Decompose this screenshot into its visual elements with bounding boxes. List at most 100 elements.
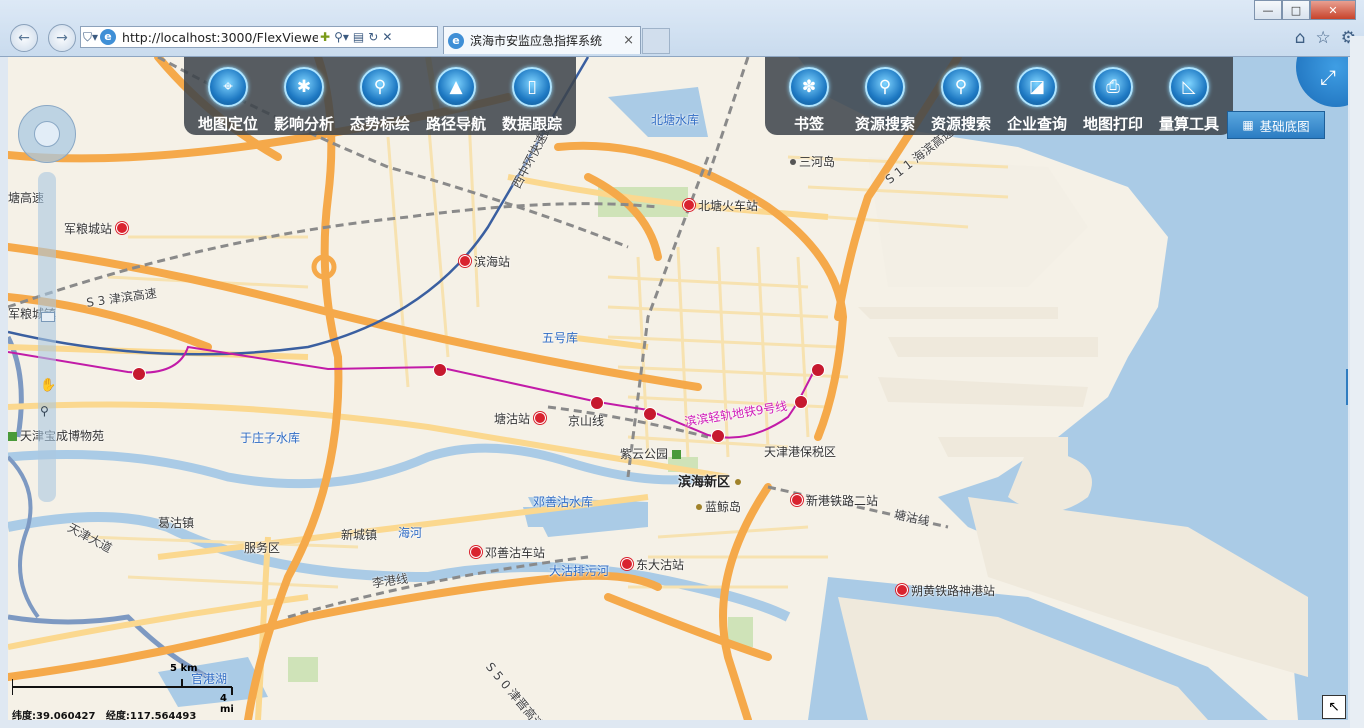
minimize-button[interactable]: — — [1254, 0, 1282, 20]
left-tool-3[interactable]: ▲ 路径导航 — [418, 57, 494, 135]
left-tool-2[interactable]: ⚲ 态势标绘 — [342, 57, 418, 135]
compass-arrow-icon: ▲ — [436, 67, 476, 107]
right-tool-3[interactable]: ◪ 企业查询 — [999, 57, 1075, 135]
map-navigation-control — [18, 105, 78, 163]
tool-label: 地图定位 — [197, 115, 258, 133]
lat-value: 39.060427 — [36, 711, 96, 720]
url-text[interactable]: http://localhost:3000/FlexViewer, — [122, 30, 318, 45]
metro-station-marker[interactable] — [132, 367, 146, 381]
tool-label: 数据跟踪 — [501, 115, 562, 133]
phone-icon: ▯ — [512, 67, 552, 107]
right-toolbar: ✽ 书签 ⚲ 资源搜索 ⚲ 资源搜索 ◪ 企业查询 ⎙ 地图打印 ◺ 量算工具 — [765, 57, 1233, 135]
label-fuwu-area: 服务区 — [244, 541, 281, 555]
tool-label: 影响分析 — [273, 115, 334, 133]
label-jingshan-line: 京山线 — [568, 414, 605, 428]
label-dengshanggu-station: 邓善沽车站 — [470, 544, 545, 561]
right-tool-4[interactable]: ⎙ 地图打印 — [1075, 57, 1151, 135]
left-tool-1[interactable]: ✱ 影响分析 — [266, 57, 342, 135]
label-dagu-drain: 大沽排污河 — [549, 564, 610, 578]
tab-active[interactable]: e 滨海市安监应急指挥系统 × — [443, 26, 641, 54]
close-window-button[interactable]: ✕ — [1310, 0, 1356, 20]
label-museum: 天津宝成博物苑 — [8, 427, 104, 444]
ruler-icon: ◺ — [1169, 67, 1209, 107]
refresh-icon[interactable]: ↻ — [368, 30, 378, 44]
back-arrow-icon: ← — [18, 30, 30, 46]
search-doc-icon: ⚲ — [865, 67, 905, 107]
metro-station-marker[interactable] — [643, 407, 657, 421]
tool-label: 量算工具 — [1158, 115, 1219, 133]
star-icon[interactable]: ☆ — [1316, 28, 1331, 48]
new-tab-button[interactable] — [642, 28, 670, 54]
browser-chrome: ← → ⛉▾ e http://localhost:3000/FlexViewe… — [0, 0, 1364, 57]
right-scrollbar[interactable] — [1350, 36, 1364, 728]
tool-label: 书签 — [793, 115, 824, 133]
basemap-grid-icon: ▦ — [1242, 118, 1254, 132]
label-yuzhuangzi: 于庄子水库 — [240, 431, 301, 445]
crosshair-icon: ⌖ — [208, 67, 248, 107]
pan-control[interactable] — [18, 105, 76, 163]
search-icon[interactable]: ⚲▾ — [334, 30, 349, 44]
side-panel-toggle[interactable]: ◀ — [1346, 369, 1348, 405]
tool-label: 资源搜索 — [854, 115, 915, 133]
metro-station-marker[interactable] — [811, 363, 825, 377]
left-tool-0[interactable]: ⌖ 地图定位 — [190, 57, 266, 135]
zoom-box-icon[interactable]: ⚲ — [40, 404, 49, 418]
tool-label: 路径导航 — [425, 115, 486, 133]
right-tool-1[interactable]: ⚲ 资源搜索 — [847, 57, 923, 135]
maple-leaf-icon: ✽ — [789, 67, 829, 107]
impact-icon: ✱ — [284, 67, 324, 107]
forward-button[interactable]: → — [48, 24, 76, 52]
window-controls: — □ ✕ — [1254, 0, 1356, 20]
home-icon[interactable]: ⌂ — [1295, 28, 1306, 48]
map-view[interactable]: 北塘水库 三河岛 北塘火车站 军粮城站 滨海站 S 3 津滨高速 军粮城镇 五号… — [8, 57, 1348, 720]
basemap-label: 基础底图 — [1259, 118, 1310, 134]
address-bar[interactable]: ⛉▾ e http://localhost:3000/FlexViewer, ✚… — [80, 26, 438, 48]
basemap-button[interactable]: ▦ 基础底图 — [1227, 111, 1325, 139]
overview-toggle-button[interactable]: ↖ — [1322, 695, 1346, 719]
ie-page-icon: e — [100, 29, 117, 45]
zoom-slider[interactable]: ✋ ⚲ — [38, 172, 56, 502]
tool-label: 态势标绘 — [349, 115, 410, 133]
scale-bar: 5 km 4 mi — [11, 663, 242, 715]
maximize-button[interactable]: □ — [1282, 0, 1310, 20]
lon-value: 117.564493 — [129, 711, 197, 720]
ie-tab-icon: e — [448, 32, 464, 49]
shield-icon[interactable]: ⛉▾ — [83, 30, 98, 45]
right-tool-0[interactable]: ✽ 书签 — [771, 57, 847, 135]
label-xingang-station: 新港铁路二站 — [791, 492, 878, 509]
search-doc-icon: ⚲ — [941, 67, 981, 107]
label-sanhe-island: 三河岛 — [790, 153, 835, 170]
stop-icon[interactable]: ✕ — [382, 30, 392, 44]
tool-label: 资源搜索 — [930, 115, 991, 133]
right-tool-2[interactable]: ⚲ 资源搜索 — [923, 57, 999, 135]
metro-station-marker[interactable] — [794, 395, 808, 409]
label-beitang-station: 北塘火车站 — [683, 197, 758, 214]
label-binhai-newarea: 滨海新区 — [678, 471, 744, 490]
compat-view-icon[interactable]: ▤ — [353, 30, 364, 44]
metro-station-marker[interactable] — [711, 429, 725, 443]
hand-pan-icon[interactable]: ✋ — [40, 378, 56, 393]
label-shuohuang-station: 朔黄铁路神港站 — [896, 582, 995, 599]
metro-station-marker[interactable] — [433, 363, 447, 377]
tab-close-icon[interactable]: × — [623, 33, 634, 48]
metro-station-marker[interactable] — [590, 396, 604, 410]
label-haihe: 海河 — [398, 526, 423, 540]
label-junliangcheng-station: 军粮城站 — [64, 220, 131, 237]
zoom-slider-thumb[interactable] — [41, 312, 55, 322]
left-tool-4[interactable]: ▯ 数据跟踪 — [494, 57, 570, 135]
label-dongdagu-station: 东大沽站 — [621, 556, 684, 573]
camera-icon: ◪ — [1017, 67, 1057, 107]
tab-title: 滨海市安监应急指挥系统 — [470, 34, 603, 48]
compat-icon[interactable]: ✚ — [320, 30, 330, 44]
label-dengshanggu-reservoir: 邓善沽水库 — [533, 495, 594, 509]
lat-label: 纬度: — [12, 711, 36, 720]
printer-icon: ⎙ — [1093, 67, 1133, 107]
pan-center-icon[interactable] — [34, 121, 60, 147]
forward-arrow-icon: → — [56, 30, 68, 46]
right-tool-5[interactable]: ◺ 量算工具 — [1151, 57, 1227, 135]
scale-mi-label: 4 mi — [220, 693, 234, 715]
label-ziyun-park: 紫云公园 — [620, 445, 684, 462]
label-tangu-station: 塘沽站 — [494, 410, 549, 427]
magnifier-icon: ⚲ — [360, 67, 400, 107]
back-button[interactable]: ← — [10, 24, 38, 52]
